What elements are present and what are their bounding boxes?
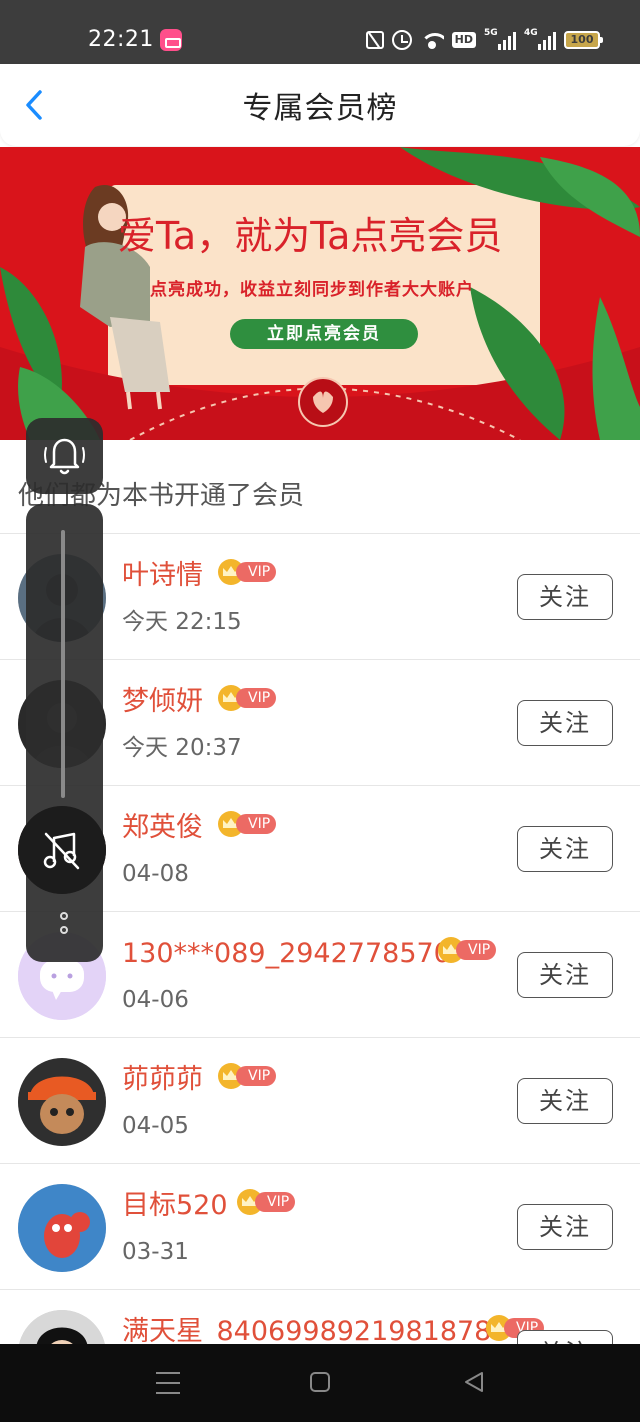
signal-4g-icon: 4G (524, 28, 556, 50)
member-name[interactable]: 目标520 (122, 1188, 228, 1224)
page-header: 专属会员榜 (0, 64, 640, 146)
signal-4g-label: 4G (524, 28, 538, 38)
follow-button[interactable]: 关注 (517, 1330, 613, 1344)
status-time: 22:21 (88, 27, 154, 52)
music-mute-button[interactable] (18, 806, 106, 894)
avatar[interactable] (18, 1310, 106, 1344)
list-item[interactable]: 满天星_8406998921981878 VIP 关注 (0, 1290, 640, 1344)
follow-button[interactable]: 关注 (517, 1078, 613, 1124)
system-nav-bar (0, 1344, 640, 1422)
member-name[interactable]: 满天星_8406998921981878 (122, 1314, 491, 1344)
status-icons: HD 5G 4G 100 (365, 27, 603, 53)
member-name[interactable]: 茆茆茆 (122, 1062, 203, 1098)
follow-button[interactable]: 关注 (517, 826, 613, 872)
follow-button[interactable]: 关注 (517, 952, 613, 998)
member-time: 今天 20:37 (122, 735, 242, 761)
member-time: 03-31 (122, 1239, 189, 1265)
alarm-icon (391, 30, 412, 50)
vip-badge: VIP (218, 811, 277, 837)
volume-slider[interactable] (61, 530, 65, 798)
more-options-icon[interactable] (58, 912, 70, 942)
signal-5g-label: 5G (484, 28, 498, 38)
member-name[interactable]: 130***089_2942778570 (122, 936, 451, 972)
vip-badge: VIP (218, 1063, 277, 1089)
vip-badge: VIP (218, 559, 277, 585)
member-time: 04-06 (122, 987, 189, 1013)
member-name[interactable]: 叶诗情 (122, 558, 203, 594)
wifi-icon (419, 31, 444, 49)
notification-toggle-button[interactable] (26, 418, 103, 494)
vip-badge: VIP (218, 685, 277, 711)
promo-banner[interactable]: 爱Ta，就为Ta点亮会员 点亮成功，收益立刻同步到作者大大账户 立即点亮会员 (0, 147, 640, 440)
follow-button[interactable]: 关注 (517, 1204, 613, 1250)
avatar[interactable] (18, 1184, 106, 1272)
nfc-icon (365, 31, 384, 49)
bell-icon (44, 438, 85, 475)
list-item[interactable]: 目标520 VIP 03-31 关注 (0, 1164, 640, 1290)
member-name[interactable]: 梦倾妍 (122, 684, 203, 720)
avatar[interactable] (18, 1058, 106, 1146)
banner-subtitle: 点亮成功，收益立刻同步到作者大大账户 (150, 280, 474, 300)
back-nav-button[interactable] (462, 1370, 486, 1394)
status-bar: 22:21 HD 5G 4G 100 (0, 0, 640, 64)
app-notification-icon (160, 29, 182, 51)
recent-apps-button[interactable] (156, 1372, 180, 1394)
music-off-icon (43, 832, 80, 870)
vip-badge: VIP (438, 937, 497, 963)
follow-button[interactable]: 关注 (517, 700, 613, 746)
member-time: 04-08 (122, 861, 189, 887)
vip-badge: VIP (237, 1189, 296, 1215)
member-name[interactable]: 郑英俊 (122, 810, 203, 846)
battery-icon: 100 (564, 31, 603, 49)
list-item[interactable]: 茆茆茆 VIP 04-05 关注 (0, 1038, 640, 1164)
member-time: 今天 22:15 (122, 609, 242, 635)
signal-5g-icon: 5G (484, 28, 516, 50)
follow-button[interactable]: 关注 (517, 574, 613, 620)
triangle-back-icon (465, 1372, 483, 1392)
home-button[interactable] (310, 1372, 330, 1392)
hd-voice-icon: HD (451, 32, 476, 48)
light-up-membership-button[interactable]: 立即点亮会员 (230, 319, 418, 349)
page-title: 专属会员榜 (242, 91, 398, 126)
banner-title: 爱Ta，就为Ta点亮会员 (118, 214, 503, 258)
member-time: 04-05 (122, 1113, 189, 1139)
